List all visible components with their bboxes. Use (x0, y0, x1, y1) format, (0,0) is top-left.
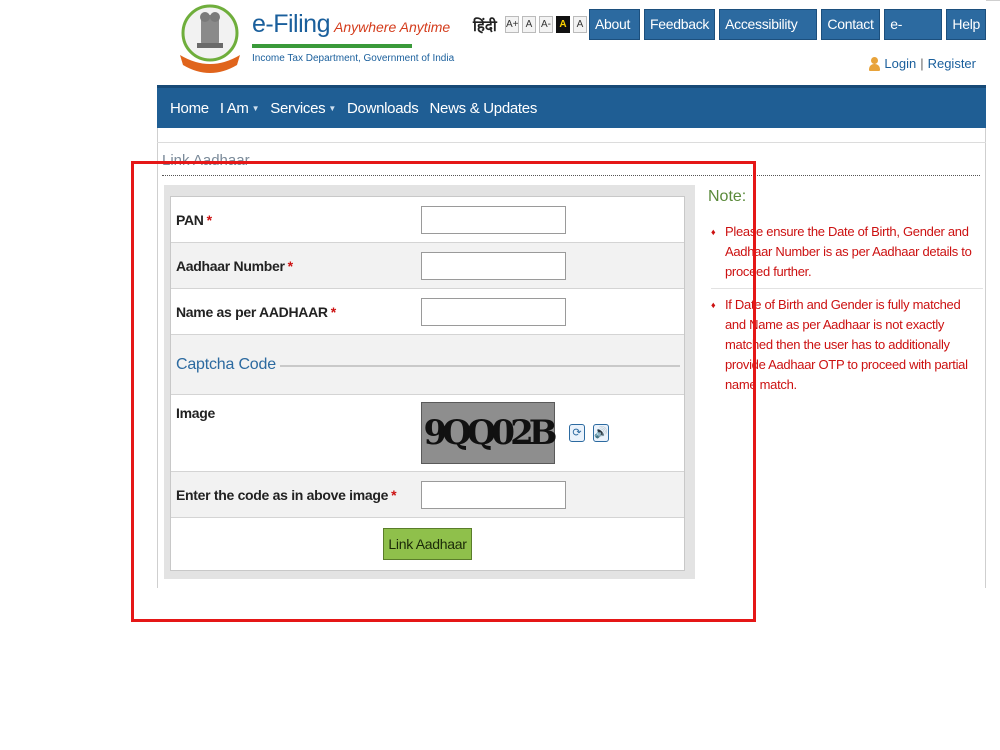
content-divider (157, 142, 986, 143)
refresh-icon[interactable]: ⟳ (569, 424, 585, 442)
login-register: Login | Register (868, 56, 976, 71)
hindi-language-link[interactable]: हिंदी (473, 16, 497, 36)
submit-row: Link Aadhaar (171, 518, 684, 570)
logo-tagline: Anywhere Anytime (333, 19, 451, 35)
required-mark: * (206, 211, 212, 228)
captcha-code-row: Enter the code as in above image * (171, 472, 684, 518)
title-divider (162, 175, 980, 176)
captcha-section-title: Captcha Code (176, 355, 276, 373)
name-label-text: Name as per AADHAAR (176, 303, 328, 320)
required-mark: * (391, 486, 397, 503)
font-size-controls: A+ A A- A A (505, 16, 587, 33)
pan-row: PAN * (171, 197, 684, 243)
note-item: If Date of Birth and Gender is fully mat… (711, 295, 983, 401)
contrast-dark-button[interactable]: A (556, 16, 570, 33)
login-link[interactable]: Login (884, 56, 916, 71)
register-link[interactable]: Register (928, 56, 976, 71)
nav-downloads[interactable]: Downloads (347, 100, 419, 117)
captcha-image: 9QQ02B (421, 402, 557, 464)
name-as-per-aadhaar-input[interactable] (421, 297, 566, 326)
feedback-button[interactable]: Feedback (644, 9, 716, 40)
required-mark: * (330, 303, 336, 320)
about-us-button[interactable]: About Us (589, 9, 641, 61)
top-border (986, 0, 1000, 1)
help-button[interactable]: Help (946, 9, 986, 40)
code-label-text: Enter the code as in above image (176, 486, 389, 503)
note-item: Please ensure the Date of Birth, Gender … (711, 222, 983, 289)
page-title: Link Aadhaar (162, 152, 250, 169)
nav-home[interactable]: Home (170, 100, 209, 117)
form-panel: PAN * Aadhaar Number * Name as per AADHAAR… (170, 196, 685, 571)
nav-services[interactable]: Services ▼ (270, 100, 336, 117)
name-label: Name as per AADHAAR * (171, 304, 421, 320)
code-label: Enter the code as in above image * (171, 487, 421, 503)
note-title: Note: (708, 188, 747, 205)
nav-home-label: Home (170, 99, 209, 117)
captcha-section-line (279, 365, 680, 367)
pan-input[interactable] (421, 205, 566, 234)
e-nivaran-button[interactable]: e-Nivaran (884, 9, 943, 61)
aadhaar-number-input[interactable] (421, 251, 566, 280)
aadhaar-row: Aadhaar Number * (171, 243, 684, 289)
nav-i-am[interactable]: I Am ▼ (219, 99, 260, 117)
nav-services-label: Services (270, 99, 326, 117)
logo-underline (252, 44, 412, 48)
link-aadhaar-button[interactable]: Link Aadhaar (383, 528, 472, 560)
speaker-icon[interactable]: 🔊 (593, 424, 609, 442)
name-field-cell (421, 297, 684, 326)
captcha-code-input[interactable] (421, 480, 566, 509)
user-icon (868, 56, 881, 71)
image-label: Image (176, 405, 215, 421)
name-row: Name as per AADHAAR * (171, 289, 684, 335)
top-nav: About Us Feedback Accessibility Options … (589, 9, 986, 61)
captcha-field-cell: 9QQ02B ⟳ 🔊 (421, 402, 684, 464)
site-header: e-Filing Anywhere Anytime Income Tax Depa… (157, 0, 986, 85)
nav-news-updates[interactable]: News & Updates (430, 100, 538, 117)
captcha-image-row: Image 9QQ02B ⟳ 🔊 (171, 395, 684, 472)
captcha-section-header: Captcha Code (171, 335, 684, 395)
aadhaar-label: Aadhaar Number * (171, 258, 421, 274)
accessibility-options-button[interactable]: Accessibility Options (719, 9, 818, 61)
contrast-normal-button[interactable]: A (573, 16, 587, 33)
login-separator: | (920, 56, 924, 71)
note-list: Please ensure the Date of Birth, Gender … (711, 222, 983, 407)
logo-efiling: e-Filing (252, 10, 330, 38)
pan-label: PAN * (171, 212, 421, 228)
code-field-cell (421, 480, 684, 509)
font-increase-button[interactable]: A+ (505, 16, 519, 33)
logo-title: e-Filing Anywhere Anytime (252, 10, 450, 46)
nav-downloads-label: Downloads (347, 99, 419, 117)
emblem-logo-icon[interactable] (175, 3, 245, 77)
aadhaar-field-cell (421, 251, 684, 280)
nav-news-label: News & Updates (429, 99, 538, 117)
font-decrease-button[interactable]: A- (539, 16, 553, 33)
required-mark: * (287, 257, 293, 274)
chevron-down-icon: ▼ (328, 103, 336, 113)
pan-label-text: PAN (176, 211, 204, 228)
aadhaar-label-text: Aadhaar Number (176, 257, 285, 274)
link-aadhaar-form: PAN * Aadhaar Number * Name as per AADHAAR… (164, 185, 695, 579)
chevron-down-icon: ▼ (251, 103, 260, 113)
main-nav: Home I Am ▼ Services ▼ Downloads News & Up… (157, 85, 986, 128)
font-normal-button[interactable]: A (522, 16, 536, 33)
logo-subtitle: Income Tax Department, Government of Ind… (252, 53, 455, 64)
pan-field-cell (421, 205, 684, 234)
nav-i-am-label: I Am (219, 99, 249, 117)
contact-us-button[interactable]: Contact Us (821, 9, 881, 61)
